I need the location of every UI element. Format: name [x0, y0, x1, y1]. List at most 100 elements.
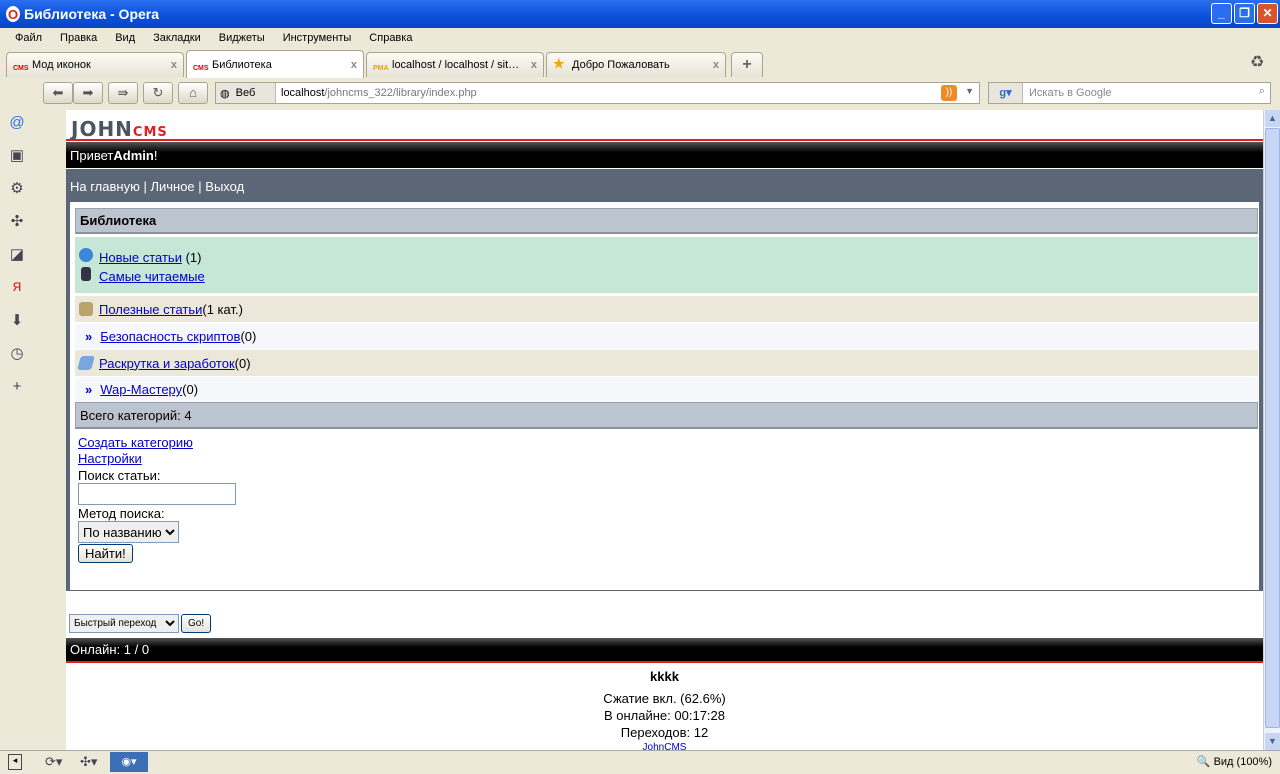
cms-favicon-icon: CMS [13, 65, 29, 72]
fast-forward-button[interactable]: ⇛ [108, 82, 138, 104]
johncms-logo: JOHNCMS [71, 117, 168, 141]
reload-button[interactable]: ↻ [143, 82, 173, 104]
menu-widgets[interactable]: Виджеты [210, 32, 274, 44]
new-tab-button[interactable]: + [731, 52, 763, 77]
create-category-link[interactable]: Создать категорию [78, 435, 193, 450]
side-panel: @ ▣ ⚙ ✣ ◪ Я ⬇ ◷ + [0, 106, 34, 750]
sync-icon[interactable]: ⟳▾ [45, 754, 62, 770]
minimize-button[interactable]: _ [1211, 3, 1232, 24]
tab-label: localhost / localhost / sit… [392, 59, 520, 71]
category-link[interactable]: Безопасность скриптов [100, 329, 240, 344]
tab-close-icon[interactable]: x [351, 59, 357, 71]
total-categories: Всего категорий: 4 [75, 402, 1258, 429]
bookmarks-icon[interactable]: ▣ [0, 139, 34, 172]
menu-tools[interactable]: Инструменты [274, 32, 361, 44]
scroll-thumb[interactable] [1265, 128, 1280, 728]
footer-home-link[interactable]: На главную [69, 599, 139, 614]
nav-personal-link[interactable]: Личное [150, 179, 194, 194]
article-search-input[interactable] [78, 483, 236, 505]
quick-nav-select[interactable]: Быстрый переход [69, 614, 179, 633]
globe-icon: ◍ [220, 87, 230, 100]
subcategory-row: » Безопасность скриптов (0) [75, 324, 1258, 349]
scroll-up-icon[interactable]: ▲ [1265, 110, 1280, 127]
category-row: Раскрутка и заработок (0) [75, 350, 1258, 376]
find-button[interactable]: Найти! [78, 544, 133, 563]
add-panel-icon[interactable]: + [0, 370, 34, 403]
menu-file[interactable]: Файл [6, 32, 51, 44]
bluetooth-icon [79, 248, 93, 262]
greeting-bar: Привет Admin! [66, 142, 1263, 168]
unite-status-icon[interactable]: ✣▾ [80, 754, 97, 770]
category-link[interactable]: Wap-Мастеру [100, 382, 182, 397]
phone-icon [81, 267, 91, 281]
transitions-count: Переходов: 12 [620, 725, 709, 740]
notes-icon[interactable]: ◪ [0, 238, 34, 271]
zoom-indicator[interactable]: 🔍 Вид (100%) [1197, 755, 1272, 768]
maximize-button[interactable]: ❐ [1234, 3, 1255, 24]
tab-label: Мод иконок [32, 59, 91, 71]
status-bar: ◂ ⟳▾ ✣▾ ◉▾ 🔍 Вид (100%) [0, 750, 1280, 774]
menu-edit[interactable]: Правка [51, 32, 106, 44]
search-method-label: Метод поиска: [78, 506, 165, 521]
category-row: Полезные статьи (1 кат.) [75, 296, 1258, 322]
search-engine-label: Веб [235, 87, 256, 99]
downloads-icon[interactable]: ⬇ [0, 304, 34, 337]
settings-link[interactable]: Настройки [78, 451, 142, 466]
rss-icon[interactable]: )) [941, 85, 957, 101]
menu-view[interactable]: Вид [106, 32, 144, 44]
category-link[interactable]: Полезные статьи [99, 302, 202, 317]
category-link[interactable]: Раскрутка и заработок [99, 356, 235, 371]
widgets-icon[interactable]: ⚙ [0, 172, 34, 205]
mail-icon[interactable]: @ [0, 106, 34, 139]
trash-icon[interactable]: ♻ [1250, 52, 1264, 72]
tab-phpmyadmin[interactable]: PMA localhost / localhost / sit… x [366, 52, 544, 77]
search-input[interactable]: Искать в Google [1023, 87, 1112, 99]
search-method-select[interactable]: По названию [78, 521, 179, 543]
tab-welcome[interactable]: ★ Добро Пожаловать x [546, 52, 726, 77]
home-button[interactable]: ⌂ [178, 82, 208, 104]
back-button[interactable]: ⬅ [43, 82, 73, 104]
tab-library[interactable]: CMS Библиотека x [186, 50, 364, 78]
online-bar: Онлайн: 1 / 0 [66, 638, 1263, 661]
menu-bookmarks[interactable]: Закладки [144, 32, 210, 44]
nav-home-link[interactable]: На главную [70, 179, 140, 194]
url-text[interactable]: localhost/johncms_322/library/index.php [276, 87, 477, 99]
vertical-scrollbar[interactable]: ▲ ▼ [1263, 110, 1280, 750]
site-name: kkkk [650, 669, 679, 684]
greeting-suffix: ! [153, 147, 158, 163]
new-articles-count: (1) [181, 250, 202, 265]
tab-icon-mod[interactable]: CMS Мод иконок x [6, 52, 184, 77]
google-icon[interactable]: g▾ [989, 83, 1023, 103]
panel-toggle-icon[interactable]: ◂ [8, 754, 22, 770]
new-articles-link[interactable]: Новые статьи [99, 250, 182, 265]
turbo-icon[interactable]: ◉▾ [110, 752, 148, 772]
library-header: Библиотека [75, 208, 1258, 234]
category-count: (1 кат.) [202, 301, 243, 317]
tab-label: Библиотека [212, 58, 272, 71]
unite-icon[interactable]: ✣ [0, 205, 34, 238]
yandex-icon[interactable]: Я [0, 271, 34, 304]
go-button[interactable]: Go! [181, 614, 212, 633]
history-icon[interactable]: ◷ [0, 337, 34, 370]
tab-close-icon[interactable]: x [531, 59, 537, 71]
nav-logout-link[interactable]: Выход [205, 179, 244, 194]
most-read-link[interactable]: Самые читаемые [99, 269, 205, 284]
category-count: (0) [240, 329, 257, 344]
forward-button[interactable]: ➡ [73, 82, 103, 104]
menu-help[interactable]: Справка [360, 32, 421, 44]
search-box[interactable]: g▾ Искать в Google ⌕ [988, 82, 1271, 104]
close-button[interactable]: ✕ [1257, 3, 1278, 24]
title-bar: O Библиотека - Opera _ ❐ ✕ [0, 0, 1280, 28]
tab-close-icon[interactable]: x [171, 59, 177, 71]
search-icon[interactable]: ⌕ [1259, 85, 1265, 98]
flag-icon [77, 356, 95, 370]
books-icon [79, 302, 93, 316]
library-panel: Библиотека Новые статьи (1) Самые читаем… [70, 202, 1259, 590]
scroll-down-icon[interactable]: ▼ [1265, 733, 1280, 750]
zoom-icon: 🔍 [1196, 756, 1211, 768]
address-bar[interactable]: ◍ Веб localhost/johncms_322/library/index… [215, 82, 980, 104]
subcategory-row: » Wap-Мастеру (0) [75, 377, 1258, 402]
tab-close-icon[interactable]: x [713, 59, 719, 71]
johncms-link[interactable]: JohnCMS [643, 742, 687, 750]
chevron-down-icon[interactable]: ▼ [965, 86, 974, 96]
